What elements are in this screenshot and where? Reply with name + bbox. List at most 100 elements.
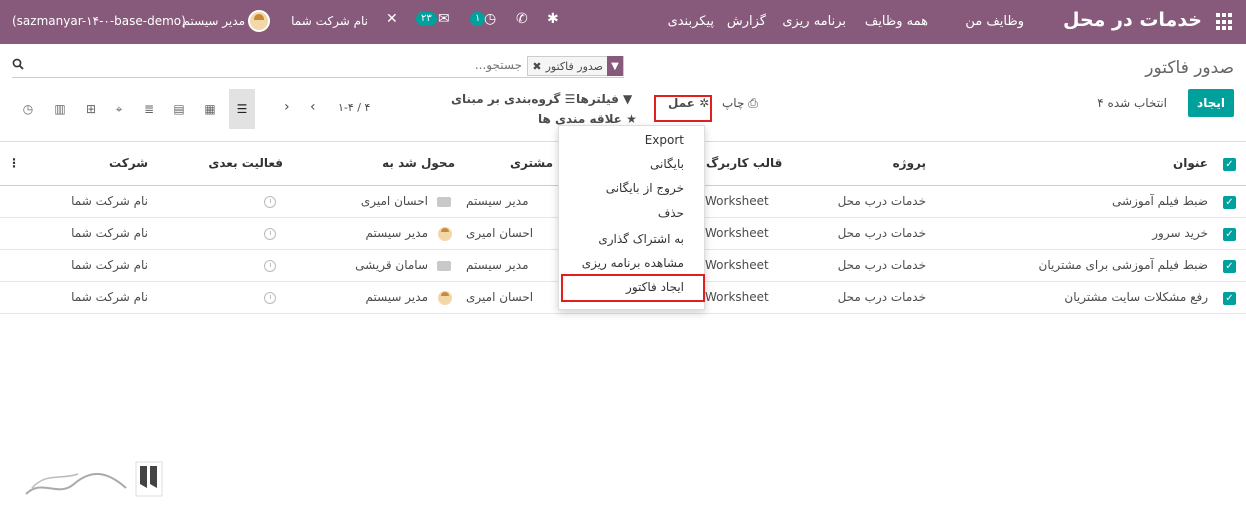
filter-funnel-icon: ▼ bbox=[623, 92, 633, 106]
menu-all-tasks[interactable]: همه وظایف bbox=[865, 14, 928, 29]
action-view-planning[interactable]: مشاهده برنامه ریزی bbox=[582, 256, 684, 270]
no-avatar-icon bbox=[437, 197, 451, 207]
facet-remove-icon[interactable]: ✖ bbox=[532, 60, 541, 73]
action-share[interactable]: به اشتراک گذاری bbox=[598, 232, 684, 246]
pager-next-icon[interactable]: ‹ bbox=[310, 99, 316, 115]
app-brand[interactable]: خدمات در محل bbox=[1063, 9, 1202, 31]
graph-view-icon[interactable]: ▥ bbox=[47, 89, 73, 129]
company-name[interactable]: نام شرکت شما bbox=[291, 14, 368, 28]
row-checkbox[interactable]: ✓ bbox=[1223, 196, 1236, 209]
action-delete[interactable]: حذف bbox=[658, 206, 684, 220]
no-avatar-icon bbox=[437, 261, 451, 271]
selected-count: ۴ انتخاب شده bbox=[1097, 96, 1167, 110]
groupby-icon: ☰ bbox=[564, 92, 576, 106]
star-icon: ★ bbox=[626, 112, 637, 126]
pager-value[interactable]: ۱-۴ / ۴ bbox=[338, 101, 370, 114]
filter-facet[interactable]: ▼ صدور فاکتور ✖ bbox=[527, 56, 624, 76]
activity-clock-icon[interactable] bbox=[264, 196, 276, 208]
user-avatar-icon bbox=[438, 291, 452, 305]
row-template: Worksheet bbox=[705, 226, 769, 240]
chat-icon[interactable]: ✉ bbox=[438, 11, 450, 27]
print-button[interactable]: چاپ ⎙ bbox=[722, 96, 758, 111]
filters-button[interactable]: فیلترها ▼ bbox=[576, 92, 632, 106]
gantt-view-icon[interactable]: ≣ bbox=[136, 89, 162, 129]
search-input[interactable] bbox=[322, 58, 522, 72]
header-template[interactable]: قالب کاربرگ bbox=[706, 156, 782, 170]
row-title: ضبط فیلم آموزشی bbox=[1112, 194, 1208, 208]
header-company[interactable]: شرکت bbox=[109, 156, 148, 170]
header-assigned[interactable]: محول شد به bbox=[382, 156, 455, 170]
filters-label: فیلترها bbox=[576, 92, 619, 106]
activity-clock-icon[interactable] bbox=[264, 292, 276, 304]
header-project[interactable]: پروژه bbox=[893, 156, 926, 170]
row-company: نام شرکت شما bbox=[71, 290, 148, 304]
action-export[interactable]: Export bbox=[645, 133, 684, 147]
activity-clock-icon[interactable] bbox=[264, 260, 276, 272]
favorites-label: علاقه مندی ها bbox=[538, 112, 622, 126]
printer-icon: ⎙ bbox=[748, 96, 758, 110]
select-all-checkbox[interactable]: ✓ bbox=[1223, 158, 1236, 171]
row-company: نام شرکت شما bbox=[71, 258, 148, 272]
search-bar[interactable]: ▼ صدور فاکتور ✖ bbox=[12, 56, 624, 78]
user-name[interactable]: مدیر سیستم bbox=[183, 14, 246, 28]
header-customer[interactable]: مشتری bbox=[510, 156, 553, 170]
bug-icon[interactable]: ✱ bbox=[547, 11, 559, 27]
row-title: ضبط فیلم آموزشی برای مشتریان bbox=[1038, 258, 1208, 272]
map-view-icon[interactable]: ⌖ bbox=[106, 89, 132, 129]
row-assigned: مدیر سیستم bbox=[365, 226, 429, 240]
action-archive[interactable]: بایگانی bbox=[650, 157, 684, 171]
menu-reporting[interactable]: گزارش bbox=[727, 14, 766, 29]
facet-label: صدور فاکتور bbox=[545, 59, 603, 73]
company-switch-icon[interactable]: ✕ bbox=[386, 11, 398, 27]
row-customer: مدیر سیستم bbox=[466, 258, 529, 272]
create-button[interactable]: ایجاد bbox=[1188, 89, 1234, 117]
row-assigned: سامان قریشی bbox=[355, 258, 428, 272]
action-unarchive[interactable]: خروج از بایگانی bbox=[606, 181, 684, 195]
activity-clock-icon[interactable] bbox=[264, 228, 276, 240]
row-template: Worksheet bbox=[705, 258, 769, 272]
groupby-label: گروه‌بندی بر مبنای bbox=[451, 92, 561, 106]
database-name: (sazmanyar-۱۴-۰-base-demo) bbox=[12, 14, 186, 28]
pager-prev-icon[interactable]: › bbox=[284, 99, 290, 115]
kanban-view-icon[interactable]: ▦ bbox=[197, 89, 223, 129]
row-title: خرید سرور bbox=[1152, 226, 1208, 240]
header-title[interactable]: عنوان bbox=[1173, 156, 1208, 170]
activity-view-icon[interactable]: ◷ bbox=[15, 89, 41, 129]
row-template: Worksheet bbox=[705, 194, 769, 208]
menu-planning[interactable]: برنامه ریزی bbox=[782, 14, 846, 29]
breadcrumb: صدور فاکتور bbox=[1145, 58, 1234, 78]
row-project: خدمات درب محل bbox=[837, 194, 926, 208]
watermark-logo-icon bbox=[25, 461, 163, 497]
row-company: نام شرکت شما bbox=[71, 194, 148, 208]
clock-icon[interactable]: ◷ bbox=[484, 11, 496, 27]
top-navbar: خدمات در محل وظایف من همه وظایف برنامه ر… bbox=[0, 0, 1246, 44]
pivot-view-icon[interactable]: ⊞ bbox=[78, 89, 104, 129]
row-company: نام شرکت شما bbox=[71, 226, 148, 240]
search-icon[interactable] bbox=[12, 58, 24, 70]
print-label: چاپ bbox=[722, 96, 745, 110]
menu-my-tasks[interactable]: وظایف من bbox=[965, 14, 1024, 29]
calendar-view-icon[interactable]: ▤ bbox=[166, 89, 192, 129]
row-checkbox[interactable]: ✓ bbox=[1223, 228, 1236, 241]
optional-columns-icon[interactable]: ⋮ bbox=[8, 156, 20, 170]
create-invoice-highlight-box bbox=[561, 274, 705, 302]
row-checkbox[interactable]: ✓ bbox=[1223, 292, 1236, 305]
list-view-icon[interactable]: ☰ bbox=[229, 89, 255, 129]
apps-grid-icon[interactable] bbox=[1216, 13, 1234, 31]
action-dropdown-menu: Export بایگانی خروج از بایگانی حذف به اش… bbox=[558, 125, 705, 310]
action-highlight-box bbox=[654, 95, 712, 122]
row-assigned: مدیر سیستم bbox=[365, 290, 429, 304]
groupby-button[interactable]: گروه‌بندی بر مبنای ☰ bbox=[451, 92, 575, 106]
header-next-activity[interactable]: فعالیت بعدی bbox=[208, 156, 283, 170]
user-avatar[interactable] bbox=[248, 10, 270, 32]
row-project: خدمات درب محل bbox=[837, 258, 926, 272]
row-assigned: احسان امیری bbox=[360, 194, 428, 208]
row-checkbox[interactable]: ✓ bbox=[1223, 260, 1236, 273]
row-project: خدمات درب محل bbox=[837, 226, 926, 240]
phone-icon[interactable]: ✆ bbox=[516, 11, 528, 27]
messages-badge[interactable]: ۲۳ bbox=[416, 12, 437, 26]
favorites-button[interactable]: علاقه مندی ها ★ bbox=[538, 112, 637, 126]
filter-icon: ▼ bbox=[607, 56, 623, 76]
menu-configuration[interactable]: پیکربندی bbox=[668, 14, 714, 29]
row-title: رفع مشکلات سایت مشتریان bbox=[1064, 290, 1208, 304]
